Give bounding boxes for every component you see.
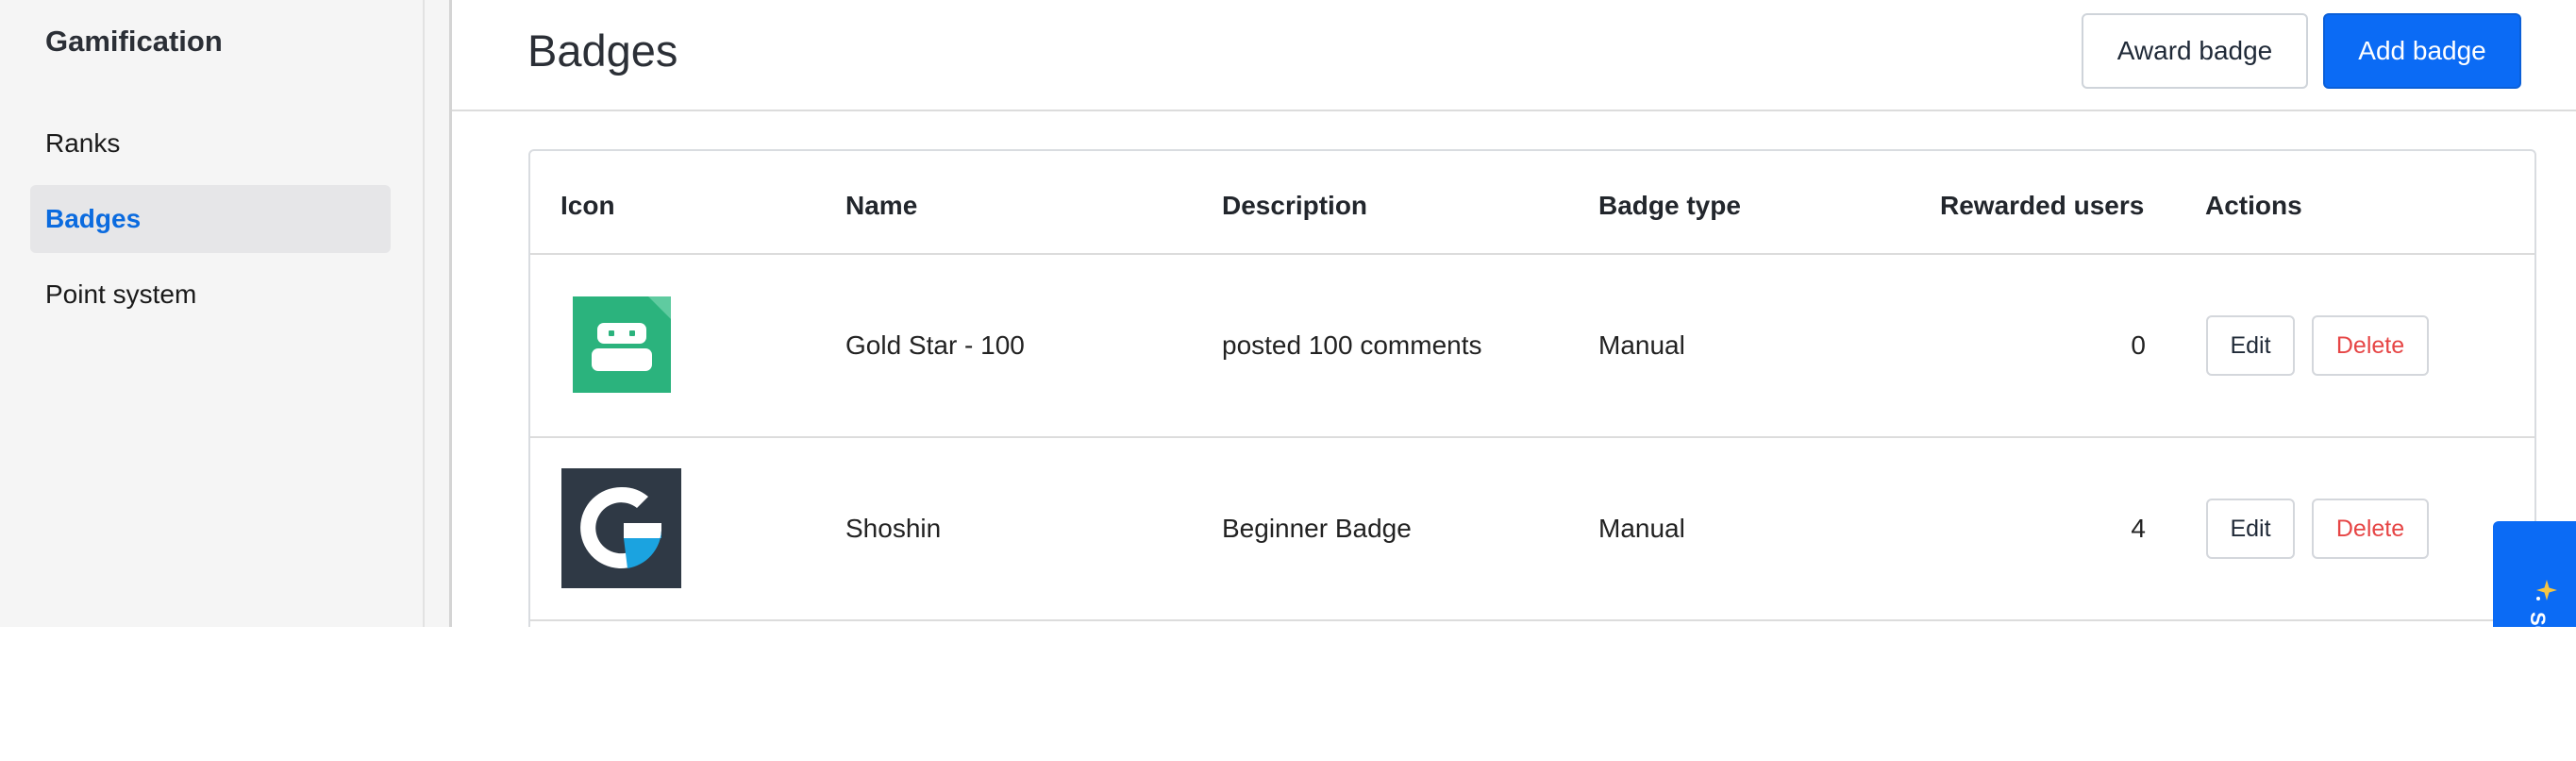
blank-area xyxy=(0,627,2576,761)
edit-button[interactable]: Edit xyxy=(2206,315,2295,376)
column-header-rewarded-users: Rewarded users xyxy=(1940,191,2145,220)
badge-description: posted 100 comments xyxy=(1222,330,1482,360)
app-window: Gamification Ranks Badges Point system B… xyxy=(0,0,2576,627)
row-divider xyxy=(530,619,2534,621)
edit-button[interactable]: Edit xyxy=(2206,499,2295,559)
award-badge-button[interactable]: Award badge xyxy=(2082,13,2308,89)
sidebar-item-ranks[interactable]: Ranks xyxy=(30,110,391,178)
row-divider xyxy=(530,436,2534,438)
column-header-icon: Icon xyxy=(560,191,615,220)
rewarded-users-count: 0 xyxy=(2131,330,2146,360)
robot-badge-icon xyxy=(573,296,671,393)
add-badge-button[interactable]: Add badge xyxy=(2323,13,2521,89)
badge-name: Gold Star - 100 xyxy=(845,330,1025,360)
badge-name: Shoshin xyxy=(845,514,942,543)
sidebar-item-label: Point system xyxy=(45,279,197,309)
row-divider xyxy=(530,253,2534,255)
page-title: Badges xyxy=(527,25,678,76)
floating-help-tab[interactable]: SO xyxy=(2493,521,2576,627)
page-header: Badges Award badge Add badge xyxy=(452,0,2576,111)
badges-table: Icon Name Description Badge type Rewarde… xyxy=(528,149,2536,627)
sidebar-item-badges[interactable]: Badges xyxy=(30,185,391,253)
rewarded-users-count: 4 xyxy=(2131,514,2146,543)
badge-description: Beginner Badge xyxy=(1222,514,1412,543)
sidebar-title: Gamification xyxy=(45,25,223,58)
badge-type: Manual xyxy=(1598,330,1685,360)
sidebar-item-label: Badges xyxy=(45,204,142,233)
column-header-description: Description xyxy=(1222,191,1368,220)
sidebar-item-label: Ranks xyxy=(45,128,121,158)
sidebar-divider xyxy=(425,0,452,627)
column-header-badge-type: Badge type xyxy=(1598,191,1741,220)
sparkle-icon xyxy=(2536,580,2557,600)
badge-type: Manual xyxy=(1598,514,1685,543)
delete-button[interactable]: Delete xyxy=(2312,499,2429,559)
sidebar-item-point-system[interactable]: Point system xyxy=(30,261,391,329)
g-logo-badge-icon xyxy=(561,468,681,588)
column-header-name: Name xyxy=(845,191,918,220)
delete-button[interactable]: Delete xyxy=(2312,315,2429,376)
column-header-actions: Actions xyxy=(2205,191,2302,220)
sidebar: Gamification Ranks Badges Point system xyxy=(0,0,425,627)
floating-tab-label: SO xyxy=(2526,612,2550,627)
